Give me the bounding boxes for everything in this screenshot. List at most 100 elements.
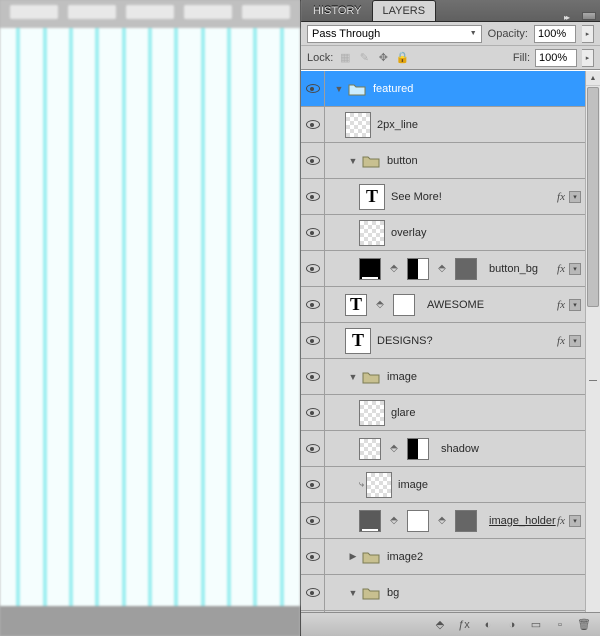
fx-badge[interactable]: fx [557,335,569,347]
layer-row[interactable]: ▼ image [301,359,585,395]
visibility-toggle[interactable] [301,179,325,214]
fx-badge[interactable]: fx [557,191,569,203]
visibility-toggle[interactable] [301,143,325,178]
layer-row[interactable]: TDESIGNS?fx▾ [301,323,585,359]
lock-pixels-icon[interactable]: ✎ [357,51,371,65]
layer-name[interactable]: featured [373,83,413,95]
eye-icon [306,264,320,273]
eye-icon [306,588,320,597]
fx-badge[interactable]: fx [557,263,569,275]
layer-row[interactable]: glare [301,395,585,431]
layer-name[interactable]: bg [387,587,399,599]
fx-expand-icon[interactable]: ▾ [569,515,581,527]
twisty-icon[interactable]: ▼ [347,587,359,599]
visibility-toggle[interactable] [301,287,325,322]
panel-menu-icon[interactable] [582,12,596,20]
delete-layer-icon[interactable]: 🗑 [574,616,594,634]
layer-row[interactable]: ⬘shadow [301,431,585,467]
layer-row[interactable]: T⬘AWESOMEfx▾ [301,287,585,323]
layer-name[interactable]: DESIGNS? [377,335,433,347]
fx-expand-icon[interactable]: ▾ [569,299,581,311]
visibility-toggle[interactable] [301,323,325,358]
document-canvas[interactable] [0,0,300,636]
twisty-icon[interactable]: ▶ [347,551,359,563]
panel-collapse-icon[interactable] [564,11,576,21]
layer-row[interactable]: ⤷image [301,467,585,503]
layer-row[interactable]: ⬘⬘button_bgfx▾ [301,251,585,287]
layer-name[interactable]: overlay [391,227,426,239]
layer-row[interactable]: ▶ image2 [301,539,585,575]
eye-icon [306,480,320,489]
layer-mask-icon[interactable]: ◐ [478,616,498,634]
eye-icon [306,444,320,453]
layer-row[interactable]: ⬘⬘image_holderfx▾ [301,503,585,539]
pixel-thumb [359,438,381,460]
link-icon: ⬘ [437,508,447,534]
layer-name[interactable]: button_bg [489,263,538,275]
shape-thumb [455,510,477,532]
folder-icon [361,364,381,390]
lock-row: Lock: ▦ ✎ ✥ 🔒 Fill: 100% ▸ [301,46,600,70]
visibility-toggle[interactable] [301,359,325,394]
layer-row[interactable]: overlay [301,215,585,251]
scroll-up-icon[interactable]: ▲ [586,71,600,86]
visibility-toggle[interactable] [301,71,325,106]
new-layer-icon[interactable]: ▫ [550,616,570,634]
layer-name[interactable]: shadow [441,443,479,455]
adjustment-layer-icon[interactable]: ◑ [502,616,522,634]
layer-name[interactable]: image2 [387,551,423,563]
opacity-flyout-icon[interactable]: ▸ [582,25,594,43]
pixel-thumb [345,112,371,138]
layer-name[interactable]: image [398,479,428,491]
text-thumb: T [345,294,367,316]
visibility-toggle[interactable] [301,539,325,574]
layer-name[interactable]: See More! [391,191,442,203]
fill-input[interactable]: 100% [535,49,577,67]
layer-row[interactable]: TSee More!fx▾ [301,179,585,215]
visibility-toggle[interactable] [301,215,325,250]
fx-expand-icon[interactable]: ▾ [569,191,581,203]
lock-position-icon[interactable]: ✥ [376,51,390,65]
fill-flyout-icon[interactable]: ▸ [582,49,594,67]
visibility-toggle[interactable] [301,107,325,142]
visibility-toggle[interactable] [301,431,325,466]
visibility-toggle[interactable] [301,467,325,502]
twisty-icon[interactable]: ▼ [347,371,359,383]
layer-row[interactable]: ▼ button [301,143,585,179]
layer-name[interactable]: 2px_line [377,119,418,131]
blend-mode-select[interactable]: Pass Through ▼ [307,25,482,43]
scrollbar-thumb[interactable] [587,87,599,307]
opacity-input[interactable]: 100% [534,25,576,43]
fx-badge[interactable]: fx [557,515,569,527]
layer-name[interactable]: glare [391,407,415,419]
visibility-toggle[interactable] [301,395,325,430]
link-layers-icon[interactable]: ⬘ [430,616,450,634]
visibility-toggle[interactable] [301,611,325,612]
shape-thumb [455,258,477,280]
layer-row[interactable]: 2px_line [301,107,585,143]
new-group-icon[interactable]: ▭ [526,616,546,634]
twisty-icon[interactable]: ▼ [347,155,359,167]
lock-transparency-icon[interactable]: ▦ [338,51,352,65]
tab-layers[interactable]: LAYERS [372,0,437,21]
fx-badge[interactable]: fx [557,299,569,311]
layer-style-icon[interactable]: ƒx [454,616,474,634]
fx-expand-icon[interactable]: ▾ [569,335,581,347]
visibility-toggle[interactable] [301,575,325,610]
layer-name[interactable]: button [387,155,418,167]
eye-icon [306,120,320,129]
twisty-icon[interactable]: ▼ [333,83,345,95]
layer-row[interactable]: ▼ featured [301,71,585,107]
layer-name[interactable]: image [387,371,417,383]
scrollbar[interactable]: ▲ [585,71,600,612]
visibility-toggle[interactable] [301,251,325,286]
layer-name[interactable]: AWESOME [427,299,484,311]
lock-all-icon[interactable]: 🔒 [395,51,409,65]
layer-row[interactable]: ▼ bg [301,575,585,611]
shape-thumb [359,258,381,280]
tab-history[interactable]: HISTORY [303,1,372,21]
fx-expand-icon[interactable]: ▾ [569,263,581,275]
layer-name[interactable]: image_holder [489,515,556,527]
layer-row[interactable]: ⬘featured_bg [301,611,585,612]
visibility-toggle[interactable] [301,503,325,538]
